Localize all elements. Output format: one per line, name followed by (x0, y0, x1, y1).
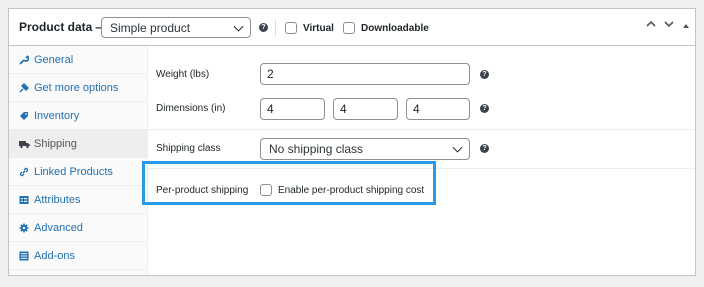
height-input[interactable]: 4 (406, 98, 470, 120)
tab-attributes[interactable]: Attributes (9, 186, 148, 214)
width-value: 4 (340, 102, 347, 116)
chevron-down-icon[interactable] (663, 18, 675, 33)
wrench-icon (19, 55, 29, 65)
product-data-panel: Product data — Simple product ? Virtual … (8, 8, 696, 276)
shipping-class-value: No shipping class (269, 142, 364, 156)
chevron-up-icon[interactable] (645, 18, 657, 33)
plugin-icon (19, 83, 29, 93)
shipping-class-select[interactable]: No shipping class (260, 138, 470, 160)
question-circle-icon[interactable]: ? (259, 23, 268, 32)
tab-general[interactable]: General (9, 46, 148, 74)
dimensions-label: Dimensions (in) (156, 103, 226, 114)
row-divider (148, 129, 695, 130)
tab-label: Get more options (34, 81, 119, 94)
tab-label: Attributes (34, 193, 81, 206)
length-input[interactable]: 4 (260, 98, 325, 120)
weight-value: 2 (267, 67, 274, 81)
virtual-checkbox[interactable] (285, 22, 297, 34)
tab-label: Add-ons (34, 249, 75, 262)
question-circle-icon[interactable]: ? (480, 104, 489, 113)
header-divider (275, 20, 276, 36)
caret-up-icon[interactable] (682, 19, 690, 34)
link-icon (19, 167, 29, 177)
shipping-class-label: Shipping class (156, 143, 221, 154)
tab-label: Shipping (34, 137, 77, 150)
form-icon (19, 251, 29, 261)
tab-label: General (34, 53, 74, 66)
product-data-tabs: General Get more options Inventory Shipp… (9, 46, 148, 275)
virtual-label: Virtual (303, 23, 334, 34)
downloadable-checkbox[interactable] (343, 22, 355, 34)
tab-inventory[interactable]: Inventory (9, 102, 148, 130)
tab-label: Inventory (34, 109, 80, 122)
gear-icon (19, 223, 29, 233)
tab-label: Linked Products (34, 165, 113, 178)
question-circle-icon[interactable]: ? (480, 144, 489, 153)
tab-advanced[interactable]: Advanced (9, 214, 148, 242)
downloadable-label: Downloadable (361, 23, 429, 34)
tab-get-more-options[interactable]: Get more options (9, 74, 148, 102)
highlight-box (142, 161, 436, 205)
question-circle-icon[interactable]: ? (480, 70, 489, 79)
length-value: 4 (267, 102, 274, 116)
tab-linked-products[interactable]: Linked Products (9, 158, 148, 186)
product-type-select[interactable]: Simple product (101, 17, 251, 38)
chevron-down-icon (452, 142, 463, 153)
tab-label: Advanced (34, 221, 83, 234)
panel-title: Product data — (19, 20, 108, 34)
list-icon (19, 195, 29, 204)
tab-add-ons[interactable]: Add-ons (9, 242, 148, 270)
product-type-value: Simple product (110, 20, 191, 35)
weight-input[interactable]: 2 (260, 63, 470, 85)
tag-icon (19, 111, 28, 120)
product-data-header: Product data — Simple product ? Virtual … (9, 9, 695, 46)
chevron-down-icon (233, 21, 244, 32)
tab-shipping[interactable]: Shipping (9, 130, 148, 158)
truck-icon (19, 139, 30, 149)
weight-label: Weight (lbs) (156, 69, 210, 80)
width-input[interactable]: 4 (333, 98, 398, 120)
height-value: 4 (413, 102, 420, 116)
